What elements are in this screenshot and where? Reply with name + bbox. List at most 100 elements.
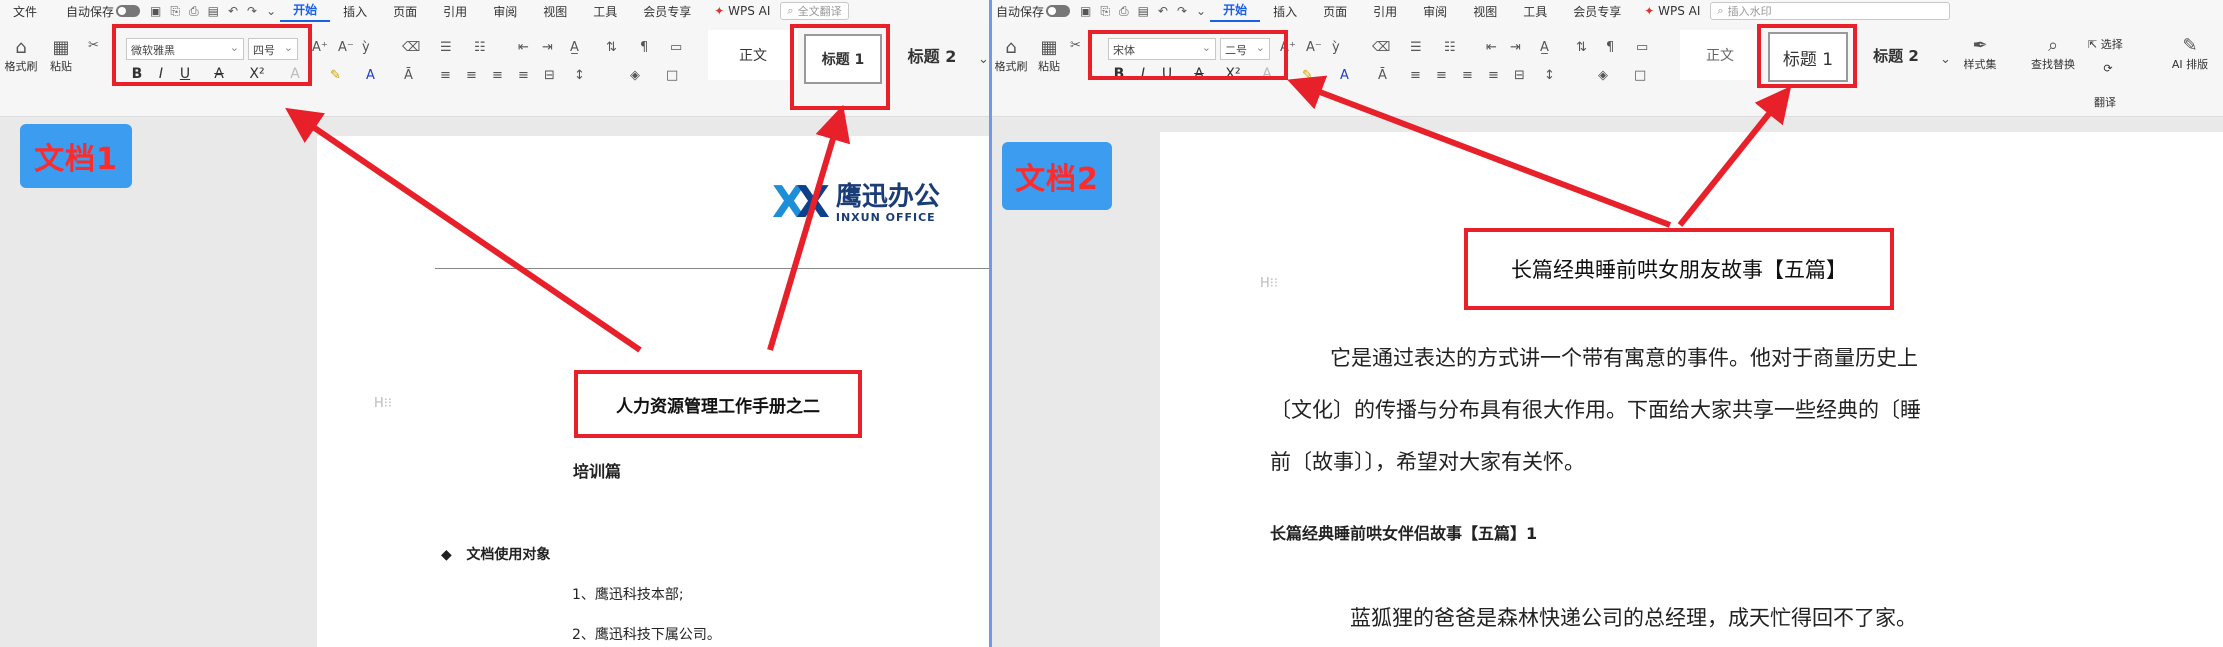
- format-painter-button[interactable]: ⌂ 格式刷: [994, 38, 1028, 74]
- distribute-icon[interactable]: ⊟: [544, 68, 555, 83]
- bullet-list-icon[interactable]: ☰: [1410, 40, 1422, 55]
- tab-home[interactable]: 开始: [280, 0, 331, 22]
- tab-tools[interactable]: 工具: [580, 3, 630, 20]
- search-box[interactable]: ⌕ 全文翻译: [780, 2, 849, 20]
- line-spacing-icon[interactable]: ↕: [574, 68, 585, 83]
- search-box[interactable]: ⌕ 插入水印: [1710, 2, 1951, 20]
- tab-member[interactable]: 会员专享: [1560, 3, 1634, 20]
- sort-icon[interactable]: ⇅: [1576, 40, 1587, 55]
- phonetic-icon[interactable]: ỳ: [362, 40, 370, 55]
- bullet-list-icon[interactable]: ☰: [440, 40, 452, 55]
- phonetic-icon[interactable]: ỳ: [1332, 40, 1340, 55]
- justify-icon[interactable]: ≡: [1488, 68, 1499, 83]
- align-right-icon[interactable]: ≡: [492, 68, 503, 83]
- align-left-icon[interactable]: ≡: [1410, 68, 1421, 83]
- tab-insert[interactable]: 插入: [330, 3, 380, 20]
- translate-button[interactable]: 翻译: [2080, 94, 2130, 110]
- font-color-icon[interactable]: A: [1340, 68, 1349, 83]
- style-heading-2[interactable]: 标题 2: [888, 30, 976, 80]
- style-normal[interactable]: 正文: [1680, 30, 1760, 80]
- tab-home[interactable]: 开始: [1210, 0, 1261, 22]
- menu-file[interactable]: 文件: [0, 3, 50, 20]
- paste-button[interactable]: ▦ 粘贴: [1032, 38, 1066, 74]
- text-direction-icon[interactable]: A̲: [570, 40, 579, 55]
- autosave-toggle[interactable]: [1046, 5, 1071, 17]
- font-color-icon[interactable]: A: [366, 68, 375, 83]
- decrease-indent-icon[interactable]: ⇤: [1486, 40, 1497, 55]
- undo-icon[interactable]: ↶: [228, 4, 238, 19]
- distribute-icon[interactable]: ⊟: [1514, 68, 1525, 83]
- print-icon[interactable]: ⎙: [189, 4, 199, 19]
- shrink-font-icon[interactable]: A⁻: [1306, 40, 1322, 55]
- sync-button[interactable]: ⟳: [2088, 62, 2128, 75]
- heading-marker-icon[interactable]: H⁝⁝: [1260, 276, 1278, 291]
- more-chevron-icon[interactable]: ⌄: [266, 4, 276, 19]
- style-set-button[interactable]: ✒ 样式集: [1954, 36, 2006, 72]
- tab-page[interactable]: 页面: [1310, 3, 1360, 20]
- align-center-icon[interactable]: ≡: [1436, 68, 1447, 83]
- preview-icon[interactable]: ▤: [1138, 4, 1149, 19]
- export-icon[interactable]: ⎘: [170, 4, 180, 19]
- show-marks-icon[interactable]: ¶: [1606, 40, 1614, 55]
- preview-icon[interactable]: ▤: [208, 4, 219, 19]
- decrease-indent-icon[interactable]: ⇤: [518, 40, 529, 55]
- highlight-icon[interactable]: ✎: [1302, 68, 1313, 83]
- styles-scroll-icon[interactable]: ⌄: [978, 52, 989, 67]
- eraser-icon[interactable]: ⌫: [1372, 40, 1390, 55]
- table-icon[interactable]: ▭: [670, 40, 682, 55]
- style-heading-2[interactable]: 标题 2: [1854, 30, 1938, 80]
- tab-view[interactable]: 视图: [1460, 3, 1510, 20]
- tab-review[interactable]: 审阅: [480, 3, 530, 20]
- format-painter-button[interactable]: ⌂ 格式刷: [4, 38, 38, 74]
- save-icon[interactable]: ▣: [1080, 4, 1091, 19]
- border-icon[interactable]: □: [666, 68, 678, 83]
- redo-icon[interactable]: ↷: [247, 4, 257, 19]
- find-replace-button[interactable]: ⌕ 查找替换: [2022, 36, 2084, 72]
- tab-references[interactable]: 引用: [430, 3, 480, 20]
- numbered-list-icon[interactable]: ☷: [474, 40, 486, 55]
- align-center-icon[interactable]: ≡: [466, 68, 477, 83]
- autosave-toggle[interactable]: [116, 5, 141, 17]
- select-button[interactable]: ⇱ 选择: [2088, 36, 2148, 52]
- tab-member[interactable]: 会员专享: [630, 3, 704, 20]
- align-left-icon[interactable]: ≡: [440, 68, 451, 83]
- text-direction-icon[interactable]: A̲: [1540, 40, 1549, 55]
- tab-insert[interactable]: 插入: [1260, 3, 1310, 20]
- align-right-icon[interactable]: ≡: [1462, 68, 1473, 83]
- shading-icon[interactable]: ◈: [1598, 68, 1608, 83]
- table-icon[interactable]: ▭: [1636, 40, 1648, 55]
- heading-marker-icon[interactable]: H⁝⁝: [374, 396, 392, 411]
- shrink-font-icon[interactable]: A⁻: [338, 40, 354, 55]
- tab-references[interactable]: 引用: [1360, 3, 1410, 20]
- tab-review[interactable]: 审阅: [1410, 3, 1460, 20]
- grow-font-icon[interactable]: A⁺: [312, 40, 328, 55]
- wps-ai-button[interactable]: ✦ WPS AI: [704, 4, 780, 18]
- redo-icon[interactable]: ↷: [1177, 4, 1187, 19]
- show-marks-icon[interactable]: ¶: [640, 40, 648, 55]
- increase-indent-icon[interactable]: ⇥: [542, 40, 553, 55]
- export-icon[interactable]: ⎘: [1100, 4, 1110, 19]
- wps-ai-button[interactable]: ✦ WPS AI: [1634, 4, 1710, 18]
- cut-icon[interactable]: ✂: [1070, 38, 1081, 53]
- styles-scroll-icon[interactable]: ⌄: [1940, 52, 1951, 67]
- undo-icon[interactable]: ↶: [1158, 4, 1168, 19]
- tab-tools[interactable]: 工具: [1510, 3, 1560, 20]
- cut-icon[interactable]: ✂: [88, 38, 99, 53]
- style-normal[interactable]: 正文: [708, 30, 798, 80]
- save-icon[interactable]: ▣: [150, 4, 161, 19]
- eraser-icon[interactable]: ⌫: [402, 40, 420, 55]
- tab-view[interactable]: 视图: [530, 3, 580, 20]
- border-icon[interactable]: □: [1634, 68, 1646, 83]
- line-spacing-icon[interactable]: ↕: [1544, 68, 1555, 83]
- numbered-list-icon[interactable]: ☷: [1444, 40, 1456, 55]
- char-shading-icon[interactable]: Ā: [1378, 68, 1387, 83]
- print-icon[interactable]: ⎙: [1119, 4, 1129, 19]
- ai-layout-button[interactable]: ✎ AI 排版: [2162, 36, 2218, 72]
- paste-button[interactable]: ▦ 粘贴: [44, 38, 78, 74]
- highlight-icon[interactable]: ✎: [330, 68, 341, 83]
- increase-indent-icon[interactable]: ⇥: [1510, 40, 1521, 55]
- sort-icon[interactable]: ⇅: [606, 40, 617, 55]
- char-shading-icon[interactable]: Ā: [404, 68, 413, 83]
- shading-icon[interactable]: ◈: [630, 68, 640, 83]
- justify-icon[interactable]: ≡: [518, 68, 529, 83]
